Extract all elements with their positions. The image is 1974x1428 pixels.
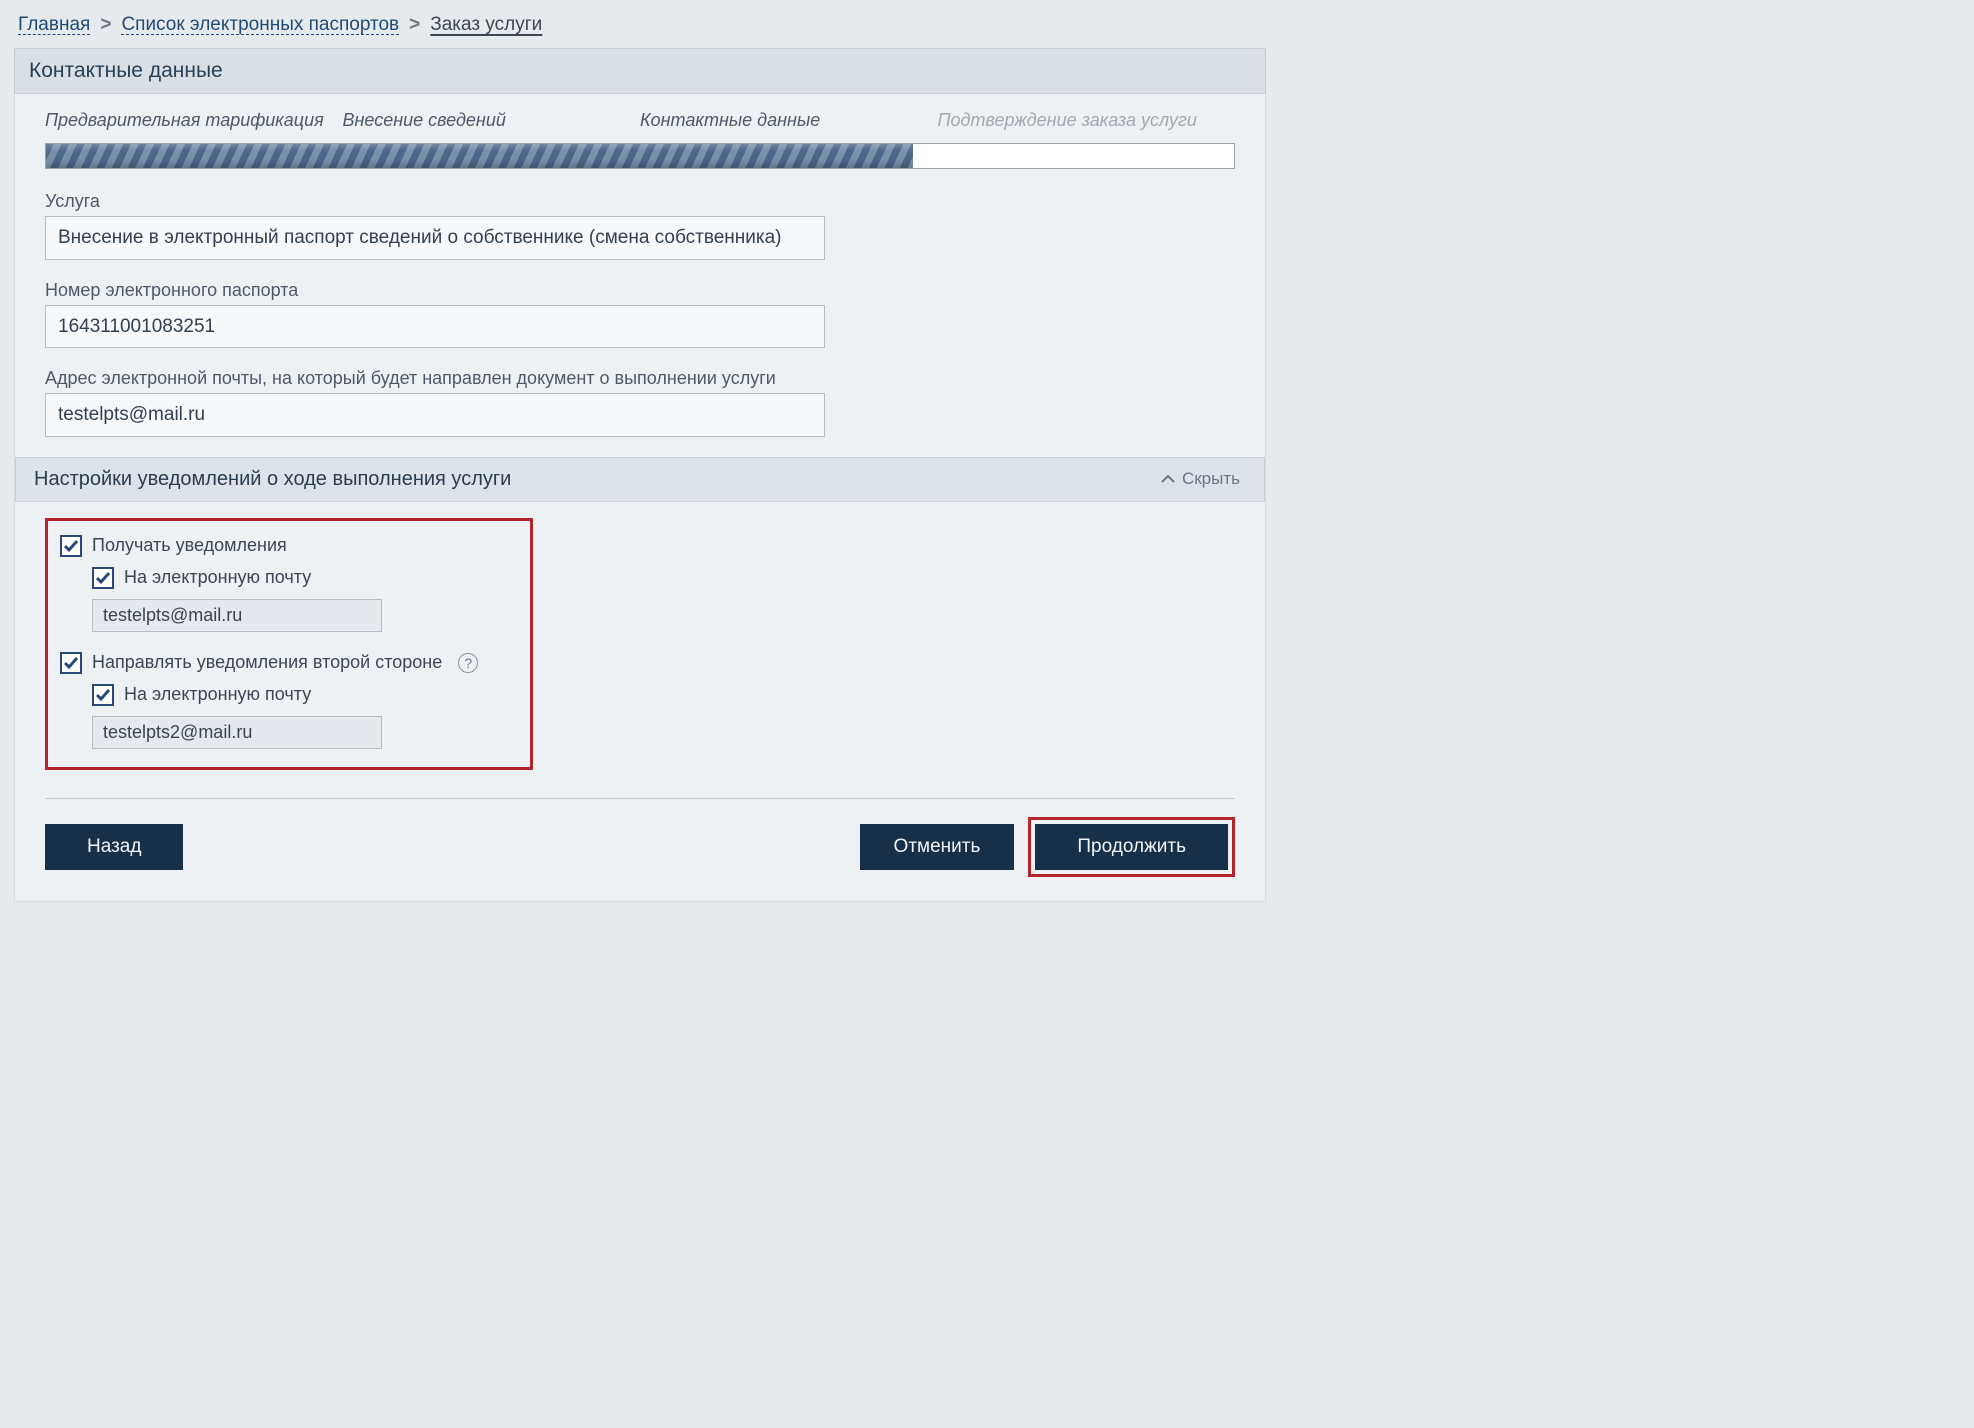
panel-title: Контактные данные [14,48,1266,94]
back-button[interactable]: Назад [45,824,183,870]
check-icon [63,656,79,670]
checkbox-email-2[interactable] [92,684,114,706]
checkbox-notify-second-party[interactable] [60,652,82,674]
notify-second-party-label: Направлять уведомления второй стороне [92,652,442,673]
step-tariff: Предварительная тарификация [45,110,343,131]
collapse-label: Скрыть [1182,469,1240,489]
breadcrumb-home[interactable]: Главная [18,14,90,36]
cancel-button[interactable]: Отменить [860,824,1015,870]
passport-value: 164311001083251 [45,305,825,349]
passport-label: Номер электронного паспорта [45,280,1235,301]
receive-notifications-label: Получать уведомления [92,535,287,556]
email-value: testelpts@mail.ru [45,393,825,437]
notifications-header: Настройки уведомлений о ходе выполнения … [15,457,1265,502]
action-bar: Назад Отменить Продолжить [45,817,1235,877]
notifications-title: Настройки уведомлений о ходе выполнения … [34,468,511,491]
progress-bar [45,143,1235,169]
notif-email-2[interactable] [92,716,382,749]
notif-email-1[interactable] [92,599,382,632]
step-confirm: Подтверждение заказа услуги [938,110,1236,131]
divider [45,798,1235,799]
by-email-label-1: На электронную почту [124,567,311,588]
checkbox-receive-notifications[interactable] [60,535,82,557]
by-email-label-2: На электронную почту [124,684,311,705]
breadcrumb-current: Заказ услуги [430,14,542,36]
check-icon [63,539,79,553]
chevron-right-icon: > [409,14,420,36]
chevron-right-icon: > [100,14,111,36]
progress-fill [46,144,913,168]
service-label: Услуга [45,191,1235,212]
checkbox-email-1[interactable] [92,567,114,589]
form-content: Предварительная тарификация Внесение све… [14,94,1266,902]
collapse-toggle[interactable]: Скрыть [1160,469,1240,489]
check-icon [95,688,111,702]
continue-button[interactable]: Продолжить [1035,824,1228,870]
breadcrumb: Главная > Список электронных паспортов >… [14,10,1266,48]
help-icon[interactable]: ? [458,653,478,673]
email-label: Адрес электронной почты, на который буде… [45,368,1235,389]
service-value: Внесение в электронный паспорт сведений … [45,216,825,260]
continue-highlight: Продолжить [1028,817,1235,877]
breadcrumb-list[interactable]: Список электронных паспортов [121,14,399,36]
step-info: Внесение сведений [343,110,641,131]
notifications-block: Получать уведомления На электронную почт… [45,518,533,770]
stepper: Предварительная тарификация Внесение све… [45,110,1235,131]
step-contact: Контактные данные [640,110,938,131]
chevron-up-icon [1160,471,1176,487]
check-icon [95,571,111,585]
